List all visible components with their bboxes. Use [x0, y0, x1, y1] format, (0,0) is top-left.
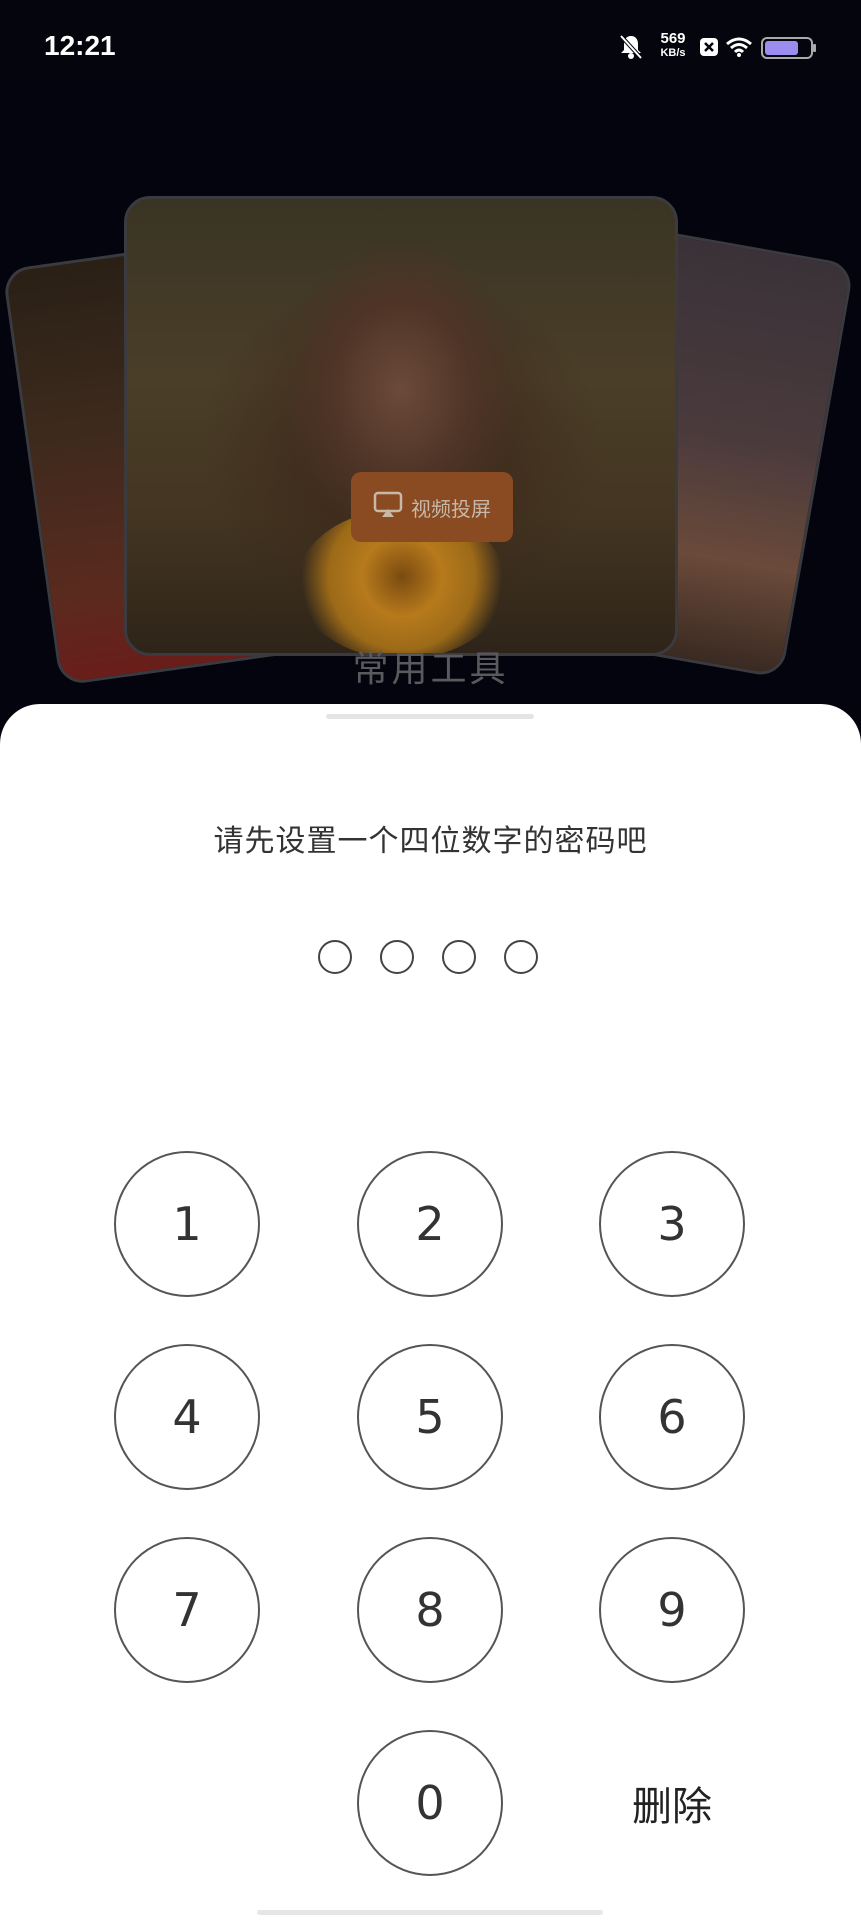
net-speed-unit: KB/s [660, 47, 686, 59]
background-content: 视频投屏 常用工具 [0, 80, 861, 720]
net-speed-value: 569 [660, 30, 686, 47]
section-title: 常用工具 [352, 649, 509, 690]
key-7[interactable]: 7 [114, 1537, 260, 1683]
status-icons: 569 KB/s [619, 30, 819, 68]
key-4[interactable]: 4 [114, 1344, 260, 1490]
net-speed: 569 KB/s [655, 30, 691, 60]
key-1[interactable]: 1 [114, 1151, 260, 1297]
delete-button[interactable]: 删除 [599, 1768, 745, 1838]
pin-dot [504, 940, 538, 974]
key-0[interactable]: 0 [357, 1730, 503, 1876]
key-2[interactable]: 2 [357, 1151, 503, 1297]
battery-icon [761, 37, 817, 63]
status-bar: 12:21 569 KB/s [0, 0, 861, 80]
key-5[interactable]: 5 [357, 1344, 503, 1490]
key-9[interactable]: 9 [599, 1537, 745, 1683]
cast-screen-icon [373, 491, 403, 524]
status-time: 12:21 [44, 30, 116, 61]
photo-card-main [124, 196, 678, 656]
close-box-icon [699, 37, 719, 61]
pin-dot [442, 940, 476, 974]
key-3[interactable]: 3 [599, 1151, 745, 1297]
mute-bell-icon [619, 34, 643, 64]
wifi-icon [725, 36, 753, 62]
pin-dot [380, 940, 414, 974]
pin-prompt: 请先设置一个四位数字的密码吧 [213, 824, 648, 859]
pin-indicator [318, 940, 544, 980]
key-6[interactable]: 6 [599, 1344, 745, 1490]
video-cast-button: 视频投屏 [351, 472, 513, 542]
pin-dot [318, 940, 352, 974]
home-indicator[interactable] [257, 1910, 603, 1915]
key-8[interactable]: 8 [357, 1537, 503, 1683]
cast-button-label: 视频投屏 [411, 496, 491, 521]
sheet-drag-handle[interactable] [326, 714, 534, 719]
pin-setup-sheet: 请先设置一个四位数字的密码吧 1 2 3 4 5 6 7 8 9 0 删除 [0, 704, 861, 1920]
